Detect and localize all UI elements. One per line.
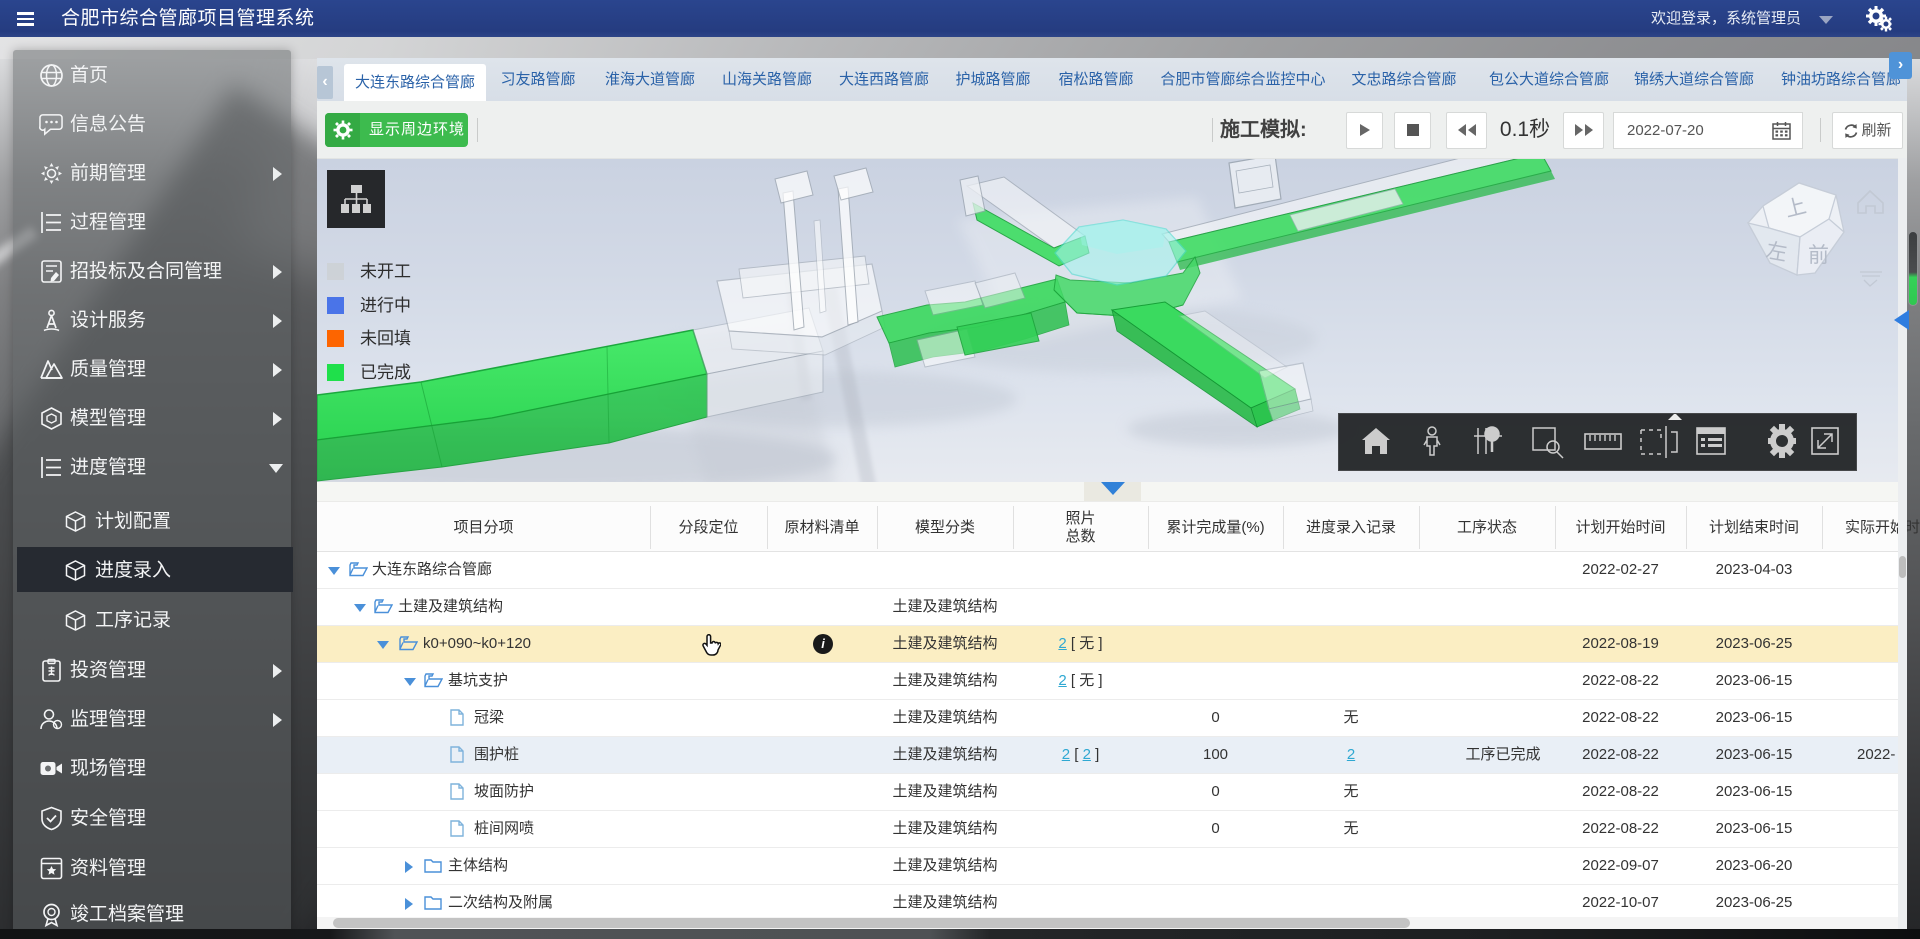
svg-text:左: 左	[1764, 239, 1789, 265]
svg-text:前: 前	[1808, 244, 1829, 267]
